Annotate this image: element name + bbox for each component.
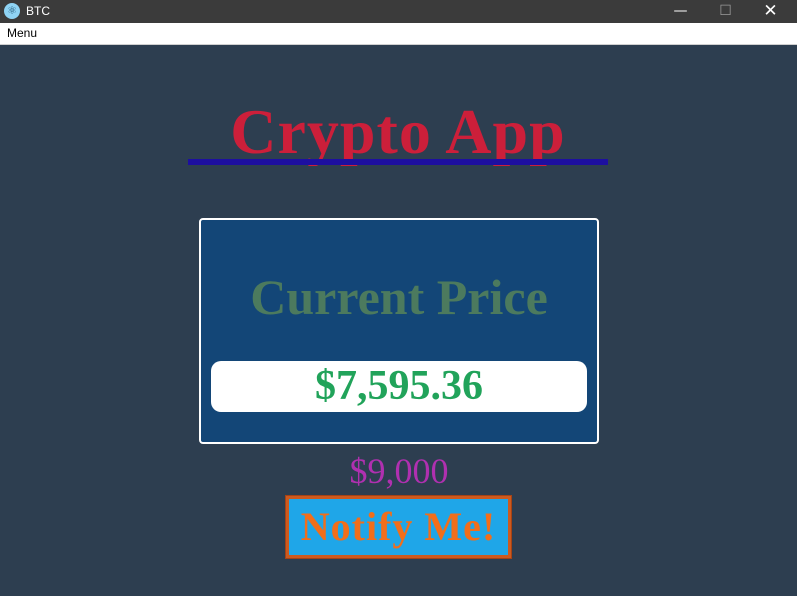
price-card: Current Price $7,595.36 <box>199 218 599 444</box>
app-title: Crypto App <box>230 96 566 166</box>
window-title: BTC <box>26 4 50 18</box>
menu-bar: Menu <box>0 23 797 45</box>
target-price: $9,000 <box>349 451 449 491</box>
current-price-heading: Current Price <box>250 269 548 325</box>
title-underline <box>188 159 608 165</box>
notify-me-button[interactable]: Notify Me! <box>285 495 512 559</box>
minimize-button[interactable]: — <box>658 0 703 23</box>
electron-atom-icon: ⚛ <box>4 3 20 19</box>
notify-me-label: Notify Me! <box>300 504 497 549</box>
window-titlebar: ⚛ BTC — ☐ ✕ <box>0 0 797 23</box>
price-display-box: $7,595.36 <box>211 361 587 412</box>
menu-item-menu[interactable]: Menu <box>7 26 37 41</box>
current-price-value: $7,595.36 <box>315 363 483 409</box>
maximize-button[interactable]: ☐ <box>703 0 748 23</box>
close-button[interactable]: ✕ <box>748 0 793 23</box>
